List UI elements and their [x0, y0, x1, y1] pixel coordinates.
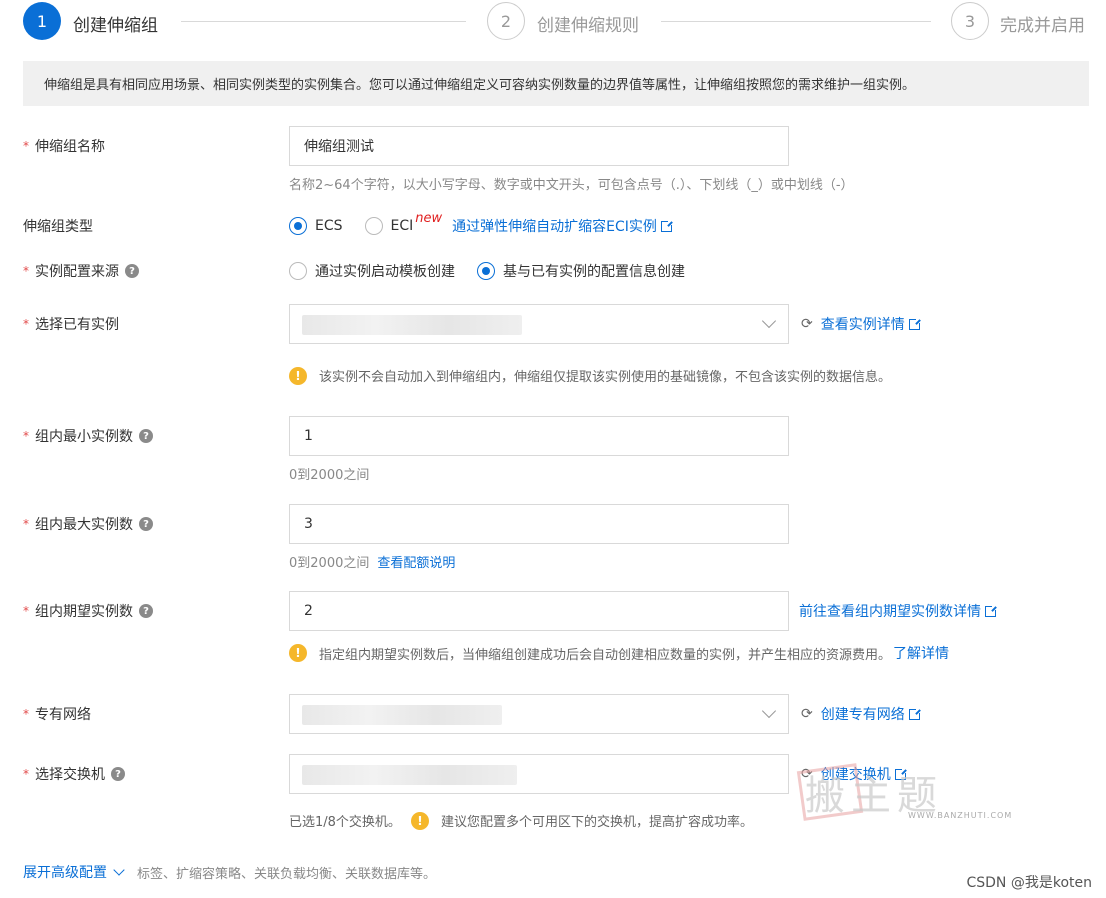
required-mark: *: [23, 317, 29, 331]
quota-link[interactable]: 查看配额说明: [377, 556, 455, 571]
vswitch-select[interactable]: [289, 754, 789, 794]
redacted-value: [302, 705, 502, 725]
required-mark: *: [23, 767, 29, 781]
help-icon[interactable]: ?: [139, 517, 153, 531]
instance-select[interactable]: [289, 304, 789, 344]
desired-warning: ! 指定组内期望实例数后，当伸缩组创建成功后会自动创建相应数量的实例，并产生相应的…: [289, 643, 949, 663]
redacted-value: [302, 315, 522, 335]
chevron-down-icon: [761, 703, 777, 719]
desired-input[interactable]: 2: [289, 591, 789, 631]
instance-warning: ! 该实例不会自动加入到伸缩组内，伸缩组仅提取该实例使用的基础镜像，不包含该实例的…: [289, 366, 891, 385]
info-text: 伸缩组是具有相同应用场景、相同实例类型的实例集合。您可以通过伸缩组定义可容纳实例…: [44, 78, 916, 93]
help-icon[interactable]: ?: [139, 604, 153, 618]
field-label: * 选择交换机?: [23, 754, 125, 794]
radio-empty-icon: [289, 262, 307, 280]
warning-icon: !: [410, 811, 429, 830]
create-vpc-link[interactable]: ⟳ 创建专有网络: [801, 704, 921, 724]
chevron-down-icon: [761, 313, 777, 329]
step-divider: [181, 21, 466, 22]
eci-link[interactable]: 通过弹性伸缩自动扩缩容ECI实例: [452, 216, 673, 236]
refresh-icon[interactable]: ⟳: [801, 316, 813, 332]
required-mark: *: [23, 604, 29, 618]
watermark: 搬主题 WWW.BANZHUTI.COM: [795, 755, 1025, 825]
radio-checked-icon: [289, 217, 307, 235]
external-link-icon: [985, 605, 997, 617]
advanced-desc: 标签、扩缩容策略、关联负载均衡、关联数据库等。: [137, 866, 437, 882]
min-input[interactable]: 1: [289, 416, 789, 456]
radio-eci[interactable]: ECI: [364, 217, 413, 235]
field-label: * 实例配置来源?: [23, 251, 139, 291]
field-label: * 伸缩组名称: [23, 139, 105, 155]
radio-ecs[interactable]: ECS: [289, 217, 343, 235]
warning-icon: !: [289, 644, 307, 662]
max-input[interactable]: 3: [289, 504, 789, 544]
vswitch-hint: 已选1/8个交换机。! 建议您配置多个可用区下的交换机，提高扩容成功率。: [289, 811, 753, 830]
field-label: * 专有网络: [23, 707, 91, 723]
required-mark: *: [23, 707, 29, 721]
step-2-label: 创建伸缩规则: [537, 16, 639, 36]
radio-empty-icon: [364, 217, 383, 235]
required-mark: *: [23, 429, 29, 443]
step-3-label: 完成并启用: [1000, 16, 1085, 36]
field-label: 伸缩组类型: [23, 219, 93, 235]
required-mark: *: [23, 139, 29, 153]
new-badge: new: [415, 210, 443, 226]
name-input[interactable]: 伸缩组测试: [289, 126, 789, 166]
advanced-link[interactable]: 展开高级配置: [23, 862, 107, 882]
info-banner: 伸缩组是具有相同应用场景、相同实例类型的实例集合。您可以通过伸缩组定义可容纳实例…: [23, 61, 1089, 106]
redacted-value: [302, 765, 517, 785]
field-label: * 选择已有实例: [23, 317, 119, 333]
required-mark: *: [23, 264, 29, 278]
learn-more-link[interactable]: 了解详情: [893, 643, 949, 663]
step-1-label: 创建伸缩组: [73, 16, 158, 36]
help-icon[interactable]: ?: [139, 429, 153, 443]
step-1-circle: 1: [23, 2, 61, 40]
max-hint: 0到2000之间 查看配额说明: [289, 556, 456, 571]
footer-credit: CSDN @我是koten: [966, 875, 1092, 891]
field-label: * 组内最大实例数?: [23, 504, 153, 544]
vpc-select[interactable]: [289, 694, 789, 734]
desired-detail-link[interactable]: 前往查看组内期望实例数详情: [799, 601, 997, 621]
radio-template[interactable]: 通过实例启动模板创建: [289, 261, 455, 281]
steps-bar: 1 创建伸缩组 2 创建伸缩规则 3 完成并启用: [23, 2, 1089, 42]
min-hint: 0到2000之间: [289, 468, 370, 483]
external-link-icon: [908, 708, 921, 720]
help-icon[interactable]: ?: [125, 264, 139, 278]
step-3-circle: 3: [951, 2, 989, 40]
instance-detail-link[interactable]: ⟳ 查看实例详情: [801, 314, 921, 334]
step-2-circle: 2: [487, 2, 525, 40]
required-mark: *: [23, 517, 29, 531]
step-divider: [661, 21, 931, 22]
chevron-down-icon: [113, 864, 125, 876]
radio-checked-icon: [477, 262, 495, 280]
external-link-icon: [908, 318, 921, 330]
advanced-toggle[interactable]: 展开高级配置 标签、扩缩容策略、关联负载均衡、关联数据库等。: [23, 862, 436, 882]
radio-existing[interactable]: 基与已有实例的配置信息创建: [477, 261, 685, 281]
field-label: * 组内最小实例数?: [23, 416, 153, 456]
field-label: * 组内期望实例数?: [23, 591, 153, 631]
watermark-url: WWW.BANZHUTI.COM: [908, 811, 1013, 820]
warning-icon: !: [289, 366, 307, 385]
name-hint: 名称2~64个字符，以大小写字母、数字或中文开头，可包含点号（.）、下划线（_）…: [289, 178, 854, 193]
external-link-icon: [660, 220, 673, 232]
help-icon[interactable]: ?: [111, 767, 125, 781]
refresh-icon[interactable]: ⟳: [801, 706, 813, 722]
